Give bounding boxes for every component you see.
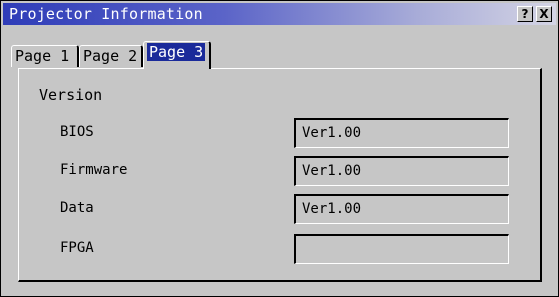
title-bar[interactable]: Projector Information ? X bbox=[3, 3, 556, 25]
data-version-field: Ver1.00 bbox=[294, 194, 509, 224]
fpga-version-field bbox=[294, 234, 509, 264]
bios-label: BIOS bbox=[60, 124, 94, 140]
projector-information-dialog: Projector Information ? X Page 1 Page 2 … bbox=[0, 0, 559, 297]
tab-page-2[interactable]: Page 2 bbox=[79, 45, 143, 67]
version-section-title: Version bbox=[39, 86, 103, 104]
close-button[interactable]: X bbox=[536, 6, 552, 22]
bios-version-field: Ver1.00 bbox=[294, 118, 509, 148]
tab-page-3-label: Page 3 bbox=[147, 43, 206, 61]
tab-page-1[interactable]: Page 1 bbox=[11, 45, 79, 67]
tab-page-1-label: Page 1 bbox=[15, 47, 70, 65]
title-buttons: ? X bbox=[517, 6, 552, 22]
tab-panel: Version BIOS Ver1.00 Firmware Ver1.00 Da… bbox=[18, 68, 542, 282]
help-button[interactable]: ? bbox=[517, 6, 533, 22]
fpga-label: FPGA bbox=[60, 240, 94, 256]
tab-page-2-label: Page 2 bbox=[83, 47, 138, 65]
tab-page-3[interactable]: Page 3 bbox=[143, 41, 211, 69]
data-label: Data bbox=[60, 200, 94, 216]
dialog-title: Projector Information bbox=[9, 5, 203, 23]
firmware-version-field: Ver1.00 bbox=[294, 156, 509, 186]
firmware-label: Firmware bbox=[60, 162, 128, 178]
